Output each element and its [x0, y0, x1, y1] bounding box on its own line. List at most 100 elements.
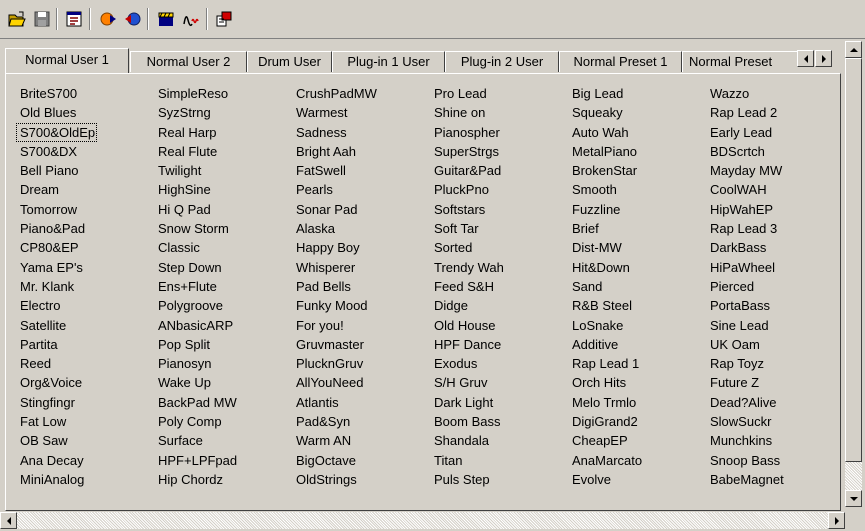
- vertical-scrollbar[interactable]: [845, 41, 862, 507]
- list-item[interactable]: CoolWAH: [706, 180, 836, 199]
- list-item[interactable]: Guitar&Pad: [430, 161, 565, 180]
- list-item[interactable]: Hi Q Pad: [154, 200, 289, 219]
- list-item[interactable]: DigiGrand2: [568, 412, 703, 431]
- list-item[interactable]: Happy Boy: [292, 238, 427, 257]
- list-item[interactable]: Fuzzline: [568, 200, 703, 219]
- list-item[interactable]: MetalPiano: [568, 142, 703, 161]
- tab-plug-in-2-user[interactable]: Plug-in 2 User: [445, 51, 559, 72]
- list-item[interactable]: Pad&Syn: [292, 412, 427, 431]
- list-item[interactable]: Dead?Alive: [706, 393, 836, 412]
- list-item[interactable]: Fat Low: [16, 412, 151, 431]
- horizontal-scrollbar[interactable]: [0, 512, 845, 529]
- list-item[interactable]: Partita: [16, 335, 151, 354]
- list-item[interactable]: AllYouNeed: [292, 373, 427, 392]
- list-item[interactable]: ANbasicARP: [154, 316, 289, 335]
- list-item[interactable]: Polygroove: [154, 296, 289, 315]
- list-item[interactable]: Yama EP's: [16, 258, 151, 277]
- list-item[interactable]: Classic: [154, 238, 289, 257]
- list-item[interactable]: Boom Bass: [430, 412, 565, 431]
- tab-normal-user-2[interactable]: Normal User 2: [130, 51, 247, 72]
- scroll-left-button[interactable]: [0, 512, 17, 529]
- list-item[interactable]: S700&DX: [16, 142, 151, 161]
- list-item[interactable]: HPF Dance: [430, 335, 565, 354]
- list-item[interactable]: Mayday MW: [706, 161, 836, 180]
- list-item[interactable]: Shandala: [430, 431, 565, 450]
- tab-scroll-left-button[interactable]: [797, 50, 814, 67]
- tab-normal-user-1[interactable]: Normal User 1: [5, 48, 129, 73]
- list-item[interactable]: Bell Piano: [16, 161, 151, 180]
- tab-scroll-right-button[interactable]: [815, 50, 832, 67]
- list-item[interactable]: Sadness: [292, 123, 427, 142]
- list-item[interactable]: Future Z: [706, 373, 836, 392]
- list-item[interactable]: BigOctave: [292, 451, 427, 470]
- list-item[interactable]: OldStrings: [292, 470, 427, 489]
- list-item[interactable]: S700&OldEp: [16, 122, 98, 142]
- film-clapper-icon[interactable]: [155, 8, 177, 30]
- tab-normal-preset[interactable]: Normal Preset: [682, 51, 811, 72]
- open-folder-icon[interactable]: [6, 8, 28, 30]
- list-item[interactable]: Pierced: [706, 277, 836, 296]
- vertical-scroll-thumb[interactable]: [845, 58, 862, 462]
- tab-normal-preset-1[interactable]: Normal Preset 1: [559, 51, 682, 72]
- list-item[interactable]: Alaska: [292, 219, 427, 238]
- list-item[interactable]: SyzStrng: [154, 103, 289, 122]
- list-item[interactable]: BackPad MW: [154, 393, 289, 412]
- list-item[interactable]: Pianospher: [430, 123, 565, 142]
- list-item[interactable]: Didge: [430, 296, 565, 315]
- list-item[interactable]: Real Harp: [154, 123, 289, 142]
- list-item[interactable]: Hip Chordz: [154, 470, 289, 489]
- list-item[interactable]: For you!: [292, 316, 427, 335]
- list-item[interactable]: Ens+Flute: [154, 277, 289, 296]
- list-item[interactable]: Smooth: [568, 180, 703, 199]
- list-item[interactable]: Reed: [16, 354, 151, 373]
- list-item[interactable]: PluckPno: [430, 180, 565, 199]
- list-item[interactable]: HPF+LPFpad: [154, 451, 289, 470]
- list-item[interactable]: Old Blues: [16, 103, 151, 122]
- list-item[interactable]: Trendy Wah: [430, 258, 565, 277]
- list-item[interactable]: Orch Hits: [568, 373, 703, 392]
- list-item[interactable]: Dist-MW: [568, 238, 703, 257]
- midi-wave-icon[interactable]: [180, 8, 202, 30]
- list-item[interactable]: LoSnake: [568, 316, 703, 335]
- list-item[interactable]: Org&Voice: [16, 373, 151, 392]
- list-item[interactable]: PlucknGruv: [292, 354, 427, 373]
- list-item[interactable]: Mr. Klank: [16, 277, 151, 296]
- list-item[interactable]: Electro: [16, 296, 151, 315]
- receive-icon[interactable]: [121, 8, 143, 30]
- scroll-down-button[interactable]: [845, 490, 862, 507]
- list-item[interactable]: DarkBass: [706, 238, 836, 257]
- list-item[interactable]: Hit&Down: [568, 258, 703, 277]
- list-item[interactable]: Shine on: [430, 103, 565, 122]
- list-item[interactable]: BriteS700: [16, 84, 151, 103]
- list-item[interactable]: Atlantis: [292, 393, 427, 412]
- list-item[interactable]: Sand: [568, 277, 703, 296]
- list-item[interactable]: Sine Lead: [706, 316, 836, 335]
- list-item[interactable]: Pad Bells: [292, 277, 427, 296]
- tab-drum-user[interactable]: Drum User: [247, 51, 332, 72]
- list-item[interactable]: PortaBass: [706, 296, 836, 315]
- list-item[interactable]: FatSwell: [292, 161, 427, 180]
- list-item[interactable]: Sonar Pad: [292, 200, 427, 219]
- list-item[interactable]: Whisperer: [292, 258, 427, 277]
- list-item[interactable]: SuperStrgs: [430, 142, 565, 161]
- list-item[interactable]: Snow Storm: [154, 219, 289, 238]
- list-item[interactable]: Soft Tar: [430, 219, 565, 238]
- list-item[interactable]: Feed S&H: [430, 277, 565, 296]
- tools-icon[interactable]: [213, 8, 235, 30]
- list-item[interactable]: BabeMagnet: [706, 470, 836, 489]
- list-item[interactable]: MiniAnalog: [16, 470, 151, 489]
- list-item[interactable]: Bright Aah: [292, 142, 427, 161]
- list-item[interactable]: Poly Comp: [154, 412, 289, 431]
- list-item[interactable]: Ana Decay: [16, 451, 151, 470]
- list-item[interactable]: Snoop Bass: [706, 451, 836, 470]
- list-item[interactable]: SlowSuckr: [706, 412, 836, 431]
- properties-icon[interactable]: [63, 8, 85, 30]
- save-disk-icon[interactable]: [31, 8, 53, 30]
- list-item[interactable]: Rap Lead 2: [706, 103, 836, 122]
- list-item[interactable]: Warm AN: [292, 431, 427, 450]
- scroll-right-button[interactable]: [828, 512, 845, 529]
- list-item[interactable]: Early Lead: [706, 123, 836, 142]
- list-item[interactable]: Gruvmaster: [292, 335, 427, 354]
- list-item[interactable]: Rap Toyz: [706, 354, 836, 373]
- list-item[interactable]: S/H Gruv: [430, 373, 565, 392]
